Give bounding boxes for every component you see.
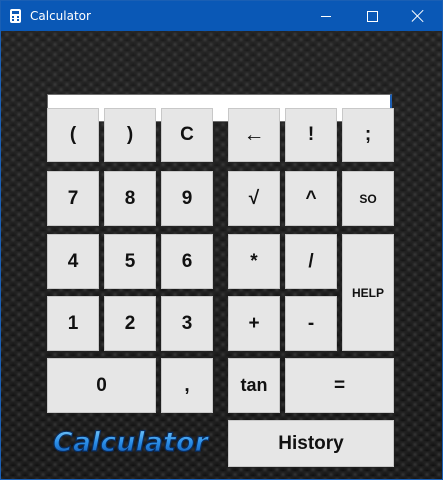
help-button[interactable]: HELP [342, 234, 394, 351]
digit-3-button[interactable]: 3 [161, 296, 213, 351]
calculator-app-icon [10, 9, 21, 23]
equals-button[interactable]: = [285, 358, 394, 413]
multiply-button[interactable]: * [228, 234, 280, 289]
maximize-icon [366, 10, 378, 22]
minimize-icon [321, 15, 331, 17]
digit-5-button[interactable]: 5 [104, 234, 156, 289]
semicolon-button[interactable]: ; [342, 108, 394, 162]
close-icon [412, 10, 424, 22]
tan-button[interactable]: tan [228, 358, 280, 413]
calculator-window: Calculator ( ) C ← ! ; 7 8 9 √ ^ SO 4 5 … [0, 0, 443, 480]
plus-button[interactable]: + [228, 296, 280, 351]
logo-text: Calculator [53, 427, 209, 458]
digit-0-button[interactable]: 0 [47, 358, 156, 413]
clear-button[interactable]: C [161, 108, 213, 162]
digit-6-button[interactable]: 6 [161, 234, 213, 289]
minimize-button[interactable] [303, 1, 349, 31]
so-button[interactable]: SO [342, 171, 394, 226]
maximize-button[interactable] [349, 1, 395, 31]
comma-button[interactable]: , [161, 358, 213, 413]
minus-button[interactable]: - [285, 296, 337, 351]
digit-4-button[interactable]: 4 [47, 234, 99, 289]
backspace-button[interactable]: ← [228, 108, 280, 162]
sqrt-button[interactable]: √ [228, 171, 280, 226]
history-button[interactable]: History [228, 420, 394, 467]
open-paren-button[interactable]: ( [47, 108, 99, 162]
close-button[interactable] [395, 1, 441, 31]
factorial-button[interactable]: ! [285, 108, 337, 162]
power-button[interactable]: ^ [285, 171, 337, 226]
title-bar[interactable]: Calculator [1, 1, 442, 31]
digit-2-button[interactable]: 2 [104, 296, 156, 351]
digit-9-button[interactable]: 9 [161, 171, 213, 226]
window-title: Calculator [30, 9, 91, 23]
divide-button[interactable]: / [285, 234, 337, 289]
calculator-logo: Calculator [53, 426, 210, 458]
digit-7-button[interactable]: 7 [47, 171, 99, 226]
digit-1-button[interactable]: 1 [47, 296, 99, 351]
digit-8-button[interactable]: 8 [104, 171, 156, 226]
close-paren-button[interactable]: ) [104, 108, 156, 162]
